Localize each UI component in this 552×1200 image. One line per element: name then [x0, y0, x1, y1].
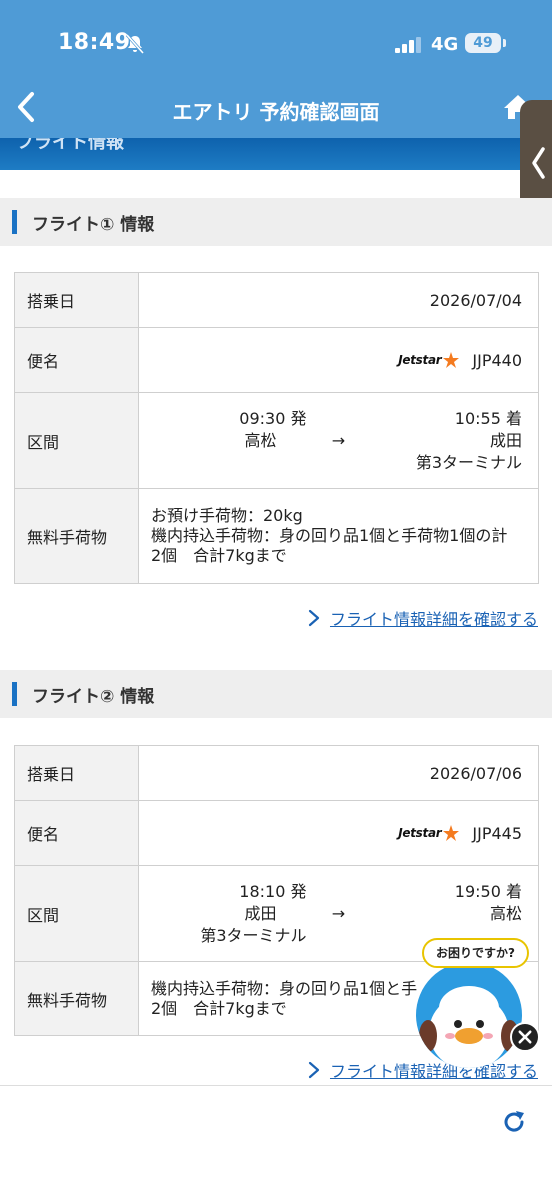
table-row: 便名 Jetstar JJP445: [14, 800, 539, 866]
jetstar-star-icon: [443, 352, 460, 368]
boarding-date: 2026/07/04: [138, 272, 539, 328]
refresh-icon[interactable]: [500, 1108, 528, 1136]
battery-level: 49: [465, 33, 501, 53]
route-cell: 09:30 発 10:55 着 高松 → 成田 第3ターミナル: [138, 392, 539, 489]
side-chevron-icon: [532, 147, 545, 179]
table-row: 無料手荷物 お預け手荷物：20kg 機内持込手荷物：身の回り品1個と手荷物1個の…: [14, 488, 539, 584]
previous-section-banner: フライト情報: [0, 138, 552, 170]
flight-1-detail-link[interactable]: フライト情報詳細を確認する: [308, 606, 538, 630]
detail-link-text: フライト情報詳細を確認する: [329, 610, 538, 629]
route-label: 区間: [14, 865, 139, 962]
arrival-airport: 成田: [489, 430, 522, 450]
baggage-label: 無料手荷物: [14, 961, 139, 1036]
flight-label: 便名: [14, 327, 139, 393]
divider: [0, 1085, 552, 1086]
signal-icon: [395, 37, 421, 53]
departure-time: 09:30 発: [239, 408, 307, 428]
airline-logo-text: Jetstar: [398, 826, 442, 840]
flight-2-section-title: フライト② 情報: [32, 687, 155, 707]
departure-airport: 高松: [244, 430, 277, 450]
section-accent-bar: [12, 682, 17, 706]
airline-logo: Jetstar: [398, 351, 460, 369]
date-label: 搭乗日: [14, 745, 139, 801]
airline-logo: Jetstar: [398, 824, 460, 842]
status-time: 18:49: [58, 30, 131, 55]
departure-terminal: 第3ターミナル: [200, 925, 307, 945]
departure-time: 18:10 発: [239, 881, 307, 901]
baggage-line: お預け手荷物：20kg: [151, 506, 303, 525]
flight-2-detail-link[interactable]: フライト情報詳細を確認する: [308, 1058, 538, 1082]
flight-label: 便名: [14, 800, 139, 866]
departure-airport: 成田: [244, 903, 277, 923]
network-type: 4G: [431, 34, 459, 55]
route-arrow: →: [331, 430, 346, 450]
bell-slash-icon: [125, 34, 145, 54]
flight-1-table: 搭乗日 2026/07/04 便名 Jetstar JJP440 区間 09:3…: [14, 272, 539, 584]
flight-1-section-header: フライト① 情報: [0, 198, 552, 246]
flight-number: JJP440: [472, 350, 522, 370]
baggage-label: 無料手荷物: [14, 488, 139, 584]
battery-cap: [503, 39, 506, 47]
departure-terminal: [155, 452, 307, 474]
baggage-line: 機内持込手荷物：身の回り品1個と手荷物1個の計: [151, 526, 508, 545]
route-arrow: →: [331, 903, 346, 923]
page-title: エアトリ 予約確認画面: [172, 100, 380, 124]
arrival-airport: 高松: [489, 903, 522, 923]
detail-link-text: フライト情報詳細を確認する: [329, 1062, 538, 1081]
link-chevron-icon: [308, 1061, 320, 1079]
peek-banner-text: フライト情報: [16, 138, 124, 153]
flight-2-section-header: フライト② 情報: [0, 670, 552, 718]
arrival-time: 10:55 着: [454, 408, 522, 428]
table-row: 便名 Jetstar JJP440: [14, 327, 539, 393]
table-row: 区間 09:30 発 10:55 着 高松 → 成田 第3ターミナル: [14, 392, 539, 489]
jetstar-star-icon: [443, 825, 460, 841]
airline-logo-text: Jetstar: [398, 353, 442, 367]
link-chevron-icon: [308, 609, 320, 627]
boarding-date: 2026/07/06: [138, 745, 539, 801]
app-header: 18:49 4G 49 エアトリ 予約確認画面: [0, 0, 552, 138]
baggage-line: 2個 合計7kgまで: [151, 546, 287, 565]
mascot-avatar: [416, 962, 522, 1068]
route-label: 区間: [14, 392, 139, 489]
flight-number: JJP445: [472, 823, 522, 843]
flight-1-section-title: フライト① 情報: [32, 215, 155, 235]
mascot-illustration: [419, 986, 519, 1068]
baggage-cell: お預け手荷物：20kg 機内持込手荷物：身の回り品1個と手荷物1個の計 2個 合…: [138, 488, 539, 584]
arrival-time: 19:50 着: [454, 881, 522, 901]
table-row: 搭乗日 2026/07/04: [14, 272, 539, 328]
flight-cell: Jetstar JJP445: [138, 800, 539, 866]
arrival-terminal: 第3ターミナル: [415, 452, 522, 472]
flight-cell: Jetstar JJP440: [138, 327, 539, 393]
table-row: 搭乗日 2026/07/06: [14, 745, 539, 801]
date-label: 搭乗日: [14, 272, 139, 328]
close-icon[interactable]: [510, 1022, 540, 1052]
help-bubble: お困りですか?: [422, 938, 529, 968]
section-accent-bar: [12, 210, 17, 234]
